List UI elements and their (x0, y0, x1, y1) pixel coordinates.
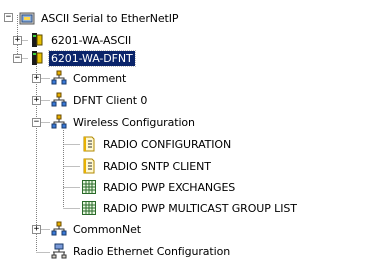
expand-toggle[interactable]: + (32, 74, 41, 83)
grid-table-icon (82, 180, 96, 194)
tree-node-label: 6201-WA-ASCII (51, 33, 132, 47)
tree-node-label: DFNT Client 0 (73, 93, 148, 107)
expand-toggle[interactable]: + (32, 96, 41, 105)
network-group-icon (51, 70, 67, 85)
tree-node-label: RADIO PWP MULTICAST GROUP LIST (103, 201, 297, 215)
tree-node-label: ASCII Serial to EtherNetIP (41, 11, 179, 25)
tree-node-6201-wa-dfnt[interactable]: 6201-WA-DFNT (29, 49, 136, 67)
collapse-toggle[interactable]: − (32, 118, 41, 127)
tree-node-dfnt-client-0[interactable]: DFNT Client 0 (51, 91, 149, 109)
tree-node-comment[interactable]: Comment (51, 69, 128, 87)
tree-node-label: RADIO CONFIGURATION (103, 137, 232, 151)
tree-node-label: RADIO SNTP CLIENT (103, 159, 211, 173)
tree-node-root[interactable]: ASCII Serial to EtherNetIP (19, 9, 180, 27)
network-group-icon (51, 92, 67, 107)
network-group-icon (51, 114, 67, 129)
tree-node-label: 6201-WA-DFNT (48, 49, 136, 67)
network-group-icon (51, 221, 67, 236)
tree-node-wireless-configuration[interactable]: Wireless Configuration (51, 113, 197, 131)
tree-node-radio-pwp-exchanges[interactable]: RADIO PWP EXCHANGES (81, 178, 237, 196)
tree-node-commonnet[interactable]: CommonNet (51, 220, 143, 238)
collapse-toggle[interactable]: − (4, 13, 13, 22)
tree-node-label: CommonNet (73, 222, 141, 236)
config-doc-icon (83, 158, 95, 174)
tree-node-label: RADIO PWP EXCHANGES (103, 180, 236, 194)
tree-node-radio-configuration[interactable]: RADIO CONFIGURATION (81, 135, 233, 153)
tree-node-label: Comment (73, 71, 127, 85)
grid-table-icon (82, 201, 96, 215)
tree-node-radio-pwp-multicast-group-list[interactable]: RADIO PWP MULTICAST GROUP LIST (81, 199, 299, 217)
tree-node-radio-sntp-client[interactable]: RADIO SNTP CLIENT (81, 157, 213, 175)
module-icon (32, 51, 43, 65)
expand-toggle[interactable]: + (32, 225, 41, 234)
project-folder-icon (19, 12, 35, 25)
collapse-toggle[interactable]: − (13, 54, 22, 63)
network-config-icon (51, 243, 67, 259)
config-doc-icon (83, 136, 95, 152)
project-tree: − ASCII Serial to EtherNetIP + 6201-WA-A… (0, 0, 369, 260)
tree-node-label: Wireless Configuration (73, 115, 195, 129)
tree-node-label: Radio Ethernet Configuration (73, 244, 231, 258)
tree-node-radio-ethernet-configuration[interactable]: Radio Ethernet Configuration (51, 242, 232, 260)
expand-toggle[interactable]: + (13, 36, 22, 45)
module-icon (32, 33, 43, 47)
tree-node-6201-wa-ascii[interactable]: 6201-WA-ASCII (29, 31, 133, 49)
